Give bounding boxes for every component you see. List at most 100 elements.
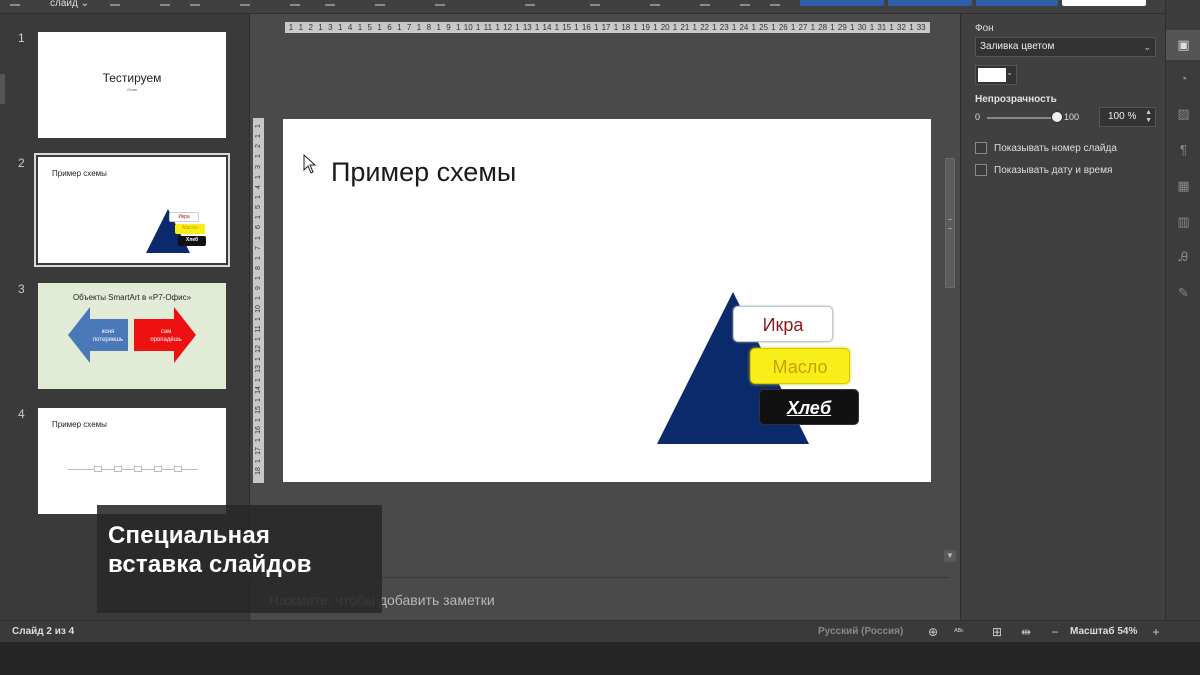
slide-settings-icon[interactable]: ▣ bbox=[1166, 30, 1200, 60]
fit-slide-icon[interactable]: ⊞ bbox=[989, 624, 1005, 640]
checkbox[interactable] bbox=[975, 164, 987, 177]
spinner-arrows-icon[interactable]: ▲ ▼ bbox=[1145, 109, 1152, 125]
opacity-slider-track[interactable] bbox=[987, 117, 1057, 119]
caption-line: Специальная bbox=[108, 522, 271, 549]
paragraph-icon[interactable]: ¶ bbox=[1166, 135, 1200, 165]
ruler-tick-label: 1 bbox=[810, 23, 816, 32]
toolbar-icon[interactable] bbox=[700, 0, 710, 6]
toolbar-icon[interactable] bbox=[435, 0, 445, 6]
thumb-arrow-label: коня потеряешь bbox=[92, 329, 124, 343]
globe-icon[interactable]: ⊕ bbox=[925, 624, 941, 640]
ruler-tick-label: 1 bbox=[790, 23, 796, 32]
ruler-tick-label: 4 bbox=[347, 23, 353, 32]
slide-thumbnail-4[interactable]: Пример схемы bbox=[38, 408, 226, 514]
horizontal-ruler[interactable]: 1 1 2 1 3 1 4 1 5 1 6 1 7 1 8 1 9 1 10 1 11 1 12 1 13 1 14 1 15 1 16 1 1… bbox=[285, 22, 930, 33]
toolbar-icon[interactable] bbox=[525, 0, 535, 6]
toolbar-icon[interactable] bbox=[770, 0, 780, 6]
show-slide-number-option[interactable]: Показывать номер слайда bbox=[975, 142, 1117, 156]
signature-icon[interactable]: ✎ bbox=[1166, 278, 1200, 308]
language-selector[interactable]: Русский (Россия) bbox=[818, 626, 903, 637]
ruler-tick-label: 1 bbox=[377, 23, 382, 32]
slide-thumbnail-3[interactable]: Объекты SmartArt в «Р7-Офис» коня потеря… bbox=[38, 283, 226, 389]
ruler-tick-label: 12 bbox=[503, 23, 513, 32]
theme-swatch[interactable] bbox=[976, 0, 1058, 6]
ruler-tick-label: 25 bbox=[759, 23, 769, 32]
ruler-tick-label: 3 bbox=[255, 164, 262, 169]
spellcheck-icon[interactable]: ᴬᴮᶜ bbox=[951, 624, 967, 640]
zoom-in-icon[interactable]: + bbox=[1148, 624, 1164, 640]
slide-thumbnail-2[interactable]: Пример схемы Икра Масло Хлеб bbox=[34, 153, 230, 267]
text-art-icon[interactable]: Ꭿ bbox=[1166, 242, 1200, 272]
toolbar-icon[interactable] bbox=[650, 0, 660, 6]
slide-counter[interactable]: Слайд 2 из 4 bbox=[12, 626, 74, 637]
show-date-time-option[interactable]: Показывать дату и время bbox=[975, 164, 1112, 178]
thumb-box: Хлеб bbox=[178, 236, 206, 246]
chart-icon[interactable]: ▥ bbox=[1166, 207, 1200, 237]
toolbar-icon[interactable] bbox=[325, 0, 335, 6]
ruler-tick-label: 19 bbox=[641, 23, 650, 32]
zoom-out-icon[interactable]: − bbox=[1047, 624, 1063, 640]
toolbar-icon[interactable] bbox=[160, 0, 170, 6]
ruler-tick-label: 1 bbox=[255, 154, 262, 159]
pyramid-item[interactable]: Икра bbox=[733, 306, 833, 342]
vertical-scrollbar[interactable] bbox=[945, 158, 955, 288]
slider-max-label: 100 bbox=[1064, 112, 1080, 122]
pyramid-item[interactable]: Хлеб bbox=[759, 389, 859, 425]
scrollbar-grip[interactable] bbox=[948, 219, 952, 229]
ruler-tick-label: 1 bbox=[495, 23, 500, 32]
image-icon[interactable]: ▨ bbox=[1166, 99, 1200, 129]
ruler-tick-label: 1 bbox=[397, 23, 402, 32]
fill-type-value: Заливка цветом bbox=[980, 41, 1055, 52]
ruler-tick-label: 1 bbox=[633, 23, 638, 32]
pyramid-item[interactable]: Масло bbox=[750, 348, 850, 384]
slide-dropdown[interactable]: слайд ⌄ bbox=[50, 0, 89, 9]
opacity-value: 100 % bbox=[1108, 111, 1137, 122]
slide-number: 2 bbox=[18, 156, 25, 170]
thumb-title: Пример схемы bbox=[52, 420, 107, 429]
diagram-node bbox=[94, 466, 102, 472]
toolbar-icon[interactable] bbox=[290, 0, 300, 6]
ruler-tick-label: 29 bbox=[837, 23, 847, 32]
shape-icon[interactable]: ◔ bbox=[1166, 64, 1200, 94]
ruler-tick-label: 7 bbox=[406, 23, 412, 32]
slide-thumbnail-1[interactable]: Тестируем Олан bbox=[38, 32, 226, 138]
ruler-tick-label: 8 bbox=[426, 23, 432, 32]
slide-settings-panel: Фон Заливка цветом ⌄ ⌄ Непрозрачность 0 … bbox=[960, 14, 1165, 620]
ruler-tick-label: 10 bbox=[255, 304, 262, 313]
ruler-tick-label: 1 bbox=[889, 23, 894, 32]
thumb-box: Икра bbox=[169, 212, 199, 222]
vertical-ruler[interactable]: 1 1 2 1 3 1 4 1 5 1 6 1 7 1 8 1 9 1 10 1 11 1 12 1 13 1 14 1 15 1 16 1 1… bbox=[253, 118, 264, 483]
ruler-tick-label: 1 bbox=[593, 23, 599, 32]
opacity-label: Непрозрачность bbox=[975, 94, 1057, 105]
ruler-tick-label: 31 bbox=[877, 23, 887, 32]
toolbar-icon[interactable] bbox=[190, 0, 200, 6]
theme-swatch[interactable] bbox=[1062, 0, 1146, 6]
theme-swatch[interactable] bbox=[800, 0, 884, 6]
opacity-slider-handle[interactable] bbox=[1051, 111, 1063, 123]
ruler-tick-label: 17 bbox=[601, 23, 611, 32]
toolbar-icon[interactable] bbox=[375, 0, 385, 6]
current-slide[interactable]: Пример схемы Икра Масло Хлеб bbox=[283, 119, 931, 482]
scroll-down-button[interactable]: ▼ bbox=[944, 550, 956, 562]
toolbar-icon[interactable] bbox=[110, 0, 120, 6]
ruler-tick-label: 1 bbox=[255, 377, 262, 382]
toolbar-icon[interactable] bbox=[240, 0, 250, 6]
chevron-down-icon: ⌄ bbox=[1143, 42, 1151, 52]
checkbox[interactable] bbox=[975, 142, 987, 155]
panel-scrollbar[interactable] bbox=[0, 74, 5, 104]
toolbar-icon[interactable] bbox=[740, 0, 750, 6]
background-label: Фон bbox=[975, 23, 994, 34]
layout-icon[interactable] bbox=[10, 0, 20, 6]
thumb-subtitle: Олан bbox=[127, 87, 137, 92]
ruler-tick-label: 1 bbox=[475, 23, 481, 32]
table-icon[interactable]: ▦ bbox=[1166, 171, 1200, 201]
fit-width-icon[interactable]: ⇹ bbox=[1018, 624, 1034, 640]
ruler-tick-label: 1 bbox=[712, 23, 717, 32]
toolbar-icon[interactable] bbox=[590, 0, 600, 6]
fill-color-button[interactable]: ⌄ bbox=[975, 65, 1017, 85]
opacity-input[interactable]: 100 % ▲ ▼ bbox=[1099, 107, 1156, 127]
ruler-tick-label: 1 bbox=[830, 23, 835, 32]
slide-title[interactable]: Пример схемы bbox=[331, 157, 516, 188]
fill-type-select[interactable]: Заливка цветом ⌄ bbox=[975, 37, 1156, 57]
theme-swatch[interactable] bbox=[888, 0, 972, 6]
